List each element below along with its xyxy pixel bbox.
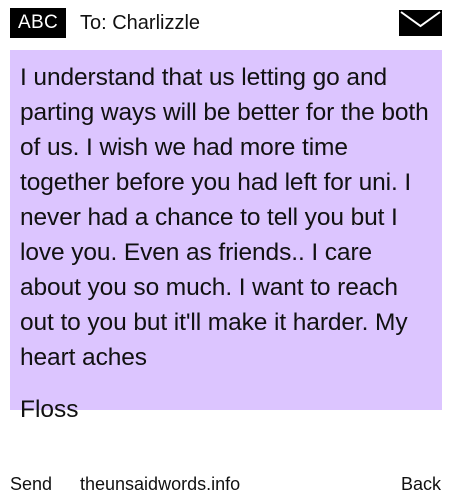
website-label: theunsaidwords.info bbox=[80, 474, 241, 494]
message-text: I understand that us letting go and part… bbox=[20, 64, 429, 371]
envelope-icon bbox=[399, 10, 442, 36]
back-softkey[interactable]: Back bbox=[401, 472, 441, 496]
recipient-label: To: Charlizzle bbox=[80, 12, 201, 34]
message-header: ABC To: Charlizzle bbox=[0, 0, 450, 46]
message-compose-area[interactable]: I understand that us letting go and part… bbox=[10, 50, 442, 423]
input-mode-badge: ABC bbox=[10, 8, 66, 38]
send-softkey[interactable]: Send bbox=[10, 472, 52, 496]
message-signature: Floss bbox=[20, 396, 79, 423]
